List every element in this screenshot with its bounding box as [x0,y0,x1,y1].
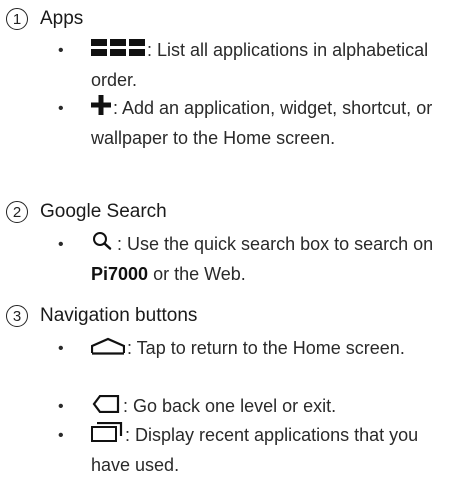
home-icon [90,335,126,364]
list-item-apps-add: • : Add an application, widget, shortcut… [58,94,454,153]
bullet: • [58,100,64,117]
list-item-search: • : Use the quick search box to search o… [58,230,454,289]
list-item-text: : Display recent applications that you h… [91,425,419,475]
plus-icon [91,94,111,124]
bullet: • [58,236,64,253]
list-item-back: • : Go back one level or exit. [58,392,454,422]
list-item-apps-grid: • : List all applications in alphabetica… [58,36,454,95]
list-item-text: : Tap to return to the Home screen. [127,338,405,358]
model-name: Pi7000 [91,263,149,284]
section-number-1: 1 [6,8,28,30]
bullet: • [58,340,64,357]
bullet: • [58,427,64,444]
list-item-recent-apps: • : Display recent applications that you… [58,421,454,480]
section-number-2: 2 [6,201,28,223]
section-google-search-heading: 2 Google Search [6,201,167,223]
section-title-apps: Apps [40,8,84,29]
back-icon [91,393,121,422]
section-title-navigation: Navigation buttons [40,305,198,326]
manual-page: 1 Apps • : List all applications in alph… [0,0,458,476]
bullet: • [58,398,64,415]
list-item-text: : Go back one level or exit. [123,396,337,416]
recent-apps-icon [91,421,123,451]
section-number-3: 3 [6,305,28,327]
search-icon [91,231,115,260]
list-item-text: : Add an application, widget, shortcut, … [91,98,433,148]
section-navigation-heading: 3 Navigation buttons [6,305,197,327]
bullet: • [58,42,64,59]
section-apps-heading: 1 Apps [6,8,83,30]
list-item-text: or the Web. [148,263,246,284]
list-item-home: • : Tap to return to the Home screen. [58,334,454,364]
section-title-google-search: Google Search [40,201,167,222]
list-item-text: : Use the quick search box to search on [117,234,434,254]
grid-icon [91,37,145,66]
